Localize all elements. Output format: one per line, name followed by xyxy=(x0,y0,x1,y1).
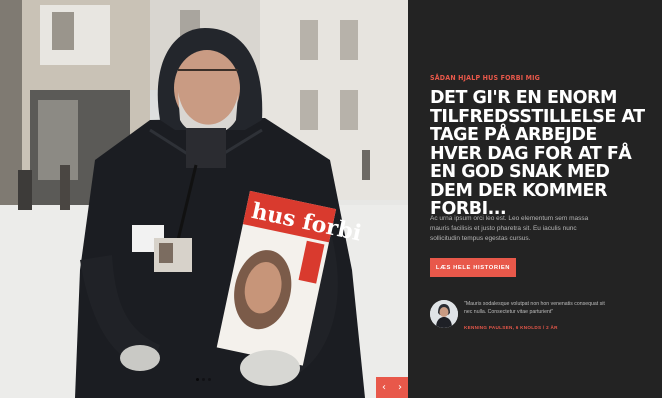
story-panel: SÅDAN HJALP HUS FORBI MIG DET GI'R EN EN… xyxy=(408,0,662,398)
vendor-illustration: hus forbi xyxy=(0,0,408,398)
story-body: Ac urna ipsum orci leo est. Leo elementu… xyxy=(430,215,589,242)
slider-next-button[interactable]: › xyxy=(392,377,408,398)
story-headline: DET GI'R EN ENORM TILFREDSSTILLELSE AT T… xyxy=(430,88,645,219)
slider-nav: ‹ › xyxy=(376,377,408,398)
hero-slider: hus forbi ‹ › SÅDAN HJALP HUS FORBI MIG … xyxy=(0,0,662,398)
slider-prev-button[interactable]: ‹ xyxy=(376,377,392,398)
slider-dot[interactable] xyxy=(202,378,205,381)
read-story-button[interactable]: LÆS HELE HISTORIEN xyxy=(430,258,516,277)
slider-dot[interactable] xyxy=(196,378,199,381)
testimonial-author: KENNING PAULSEN, 6 KNOLDS / 2 ÅR xyxy=(464,325,558,330)
slider-dot[interactable] xyxy=(208,378,211,381)
avatar-portrait-icon xyxy=(430,300,458,328)
story-eyebrow: SÅDAN HJALP HUS FORBI MIG xyxy=(430,74,541,82)
testimonial: "Mauris sodalesque volutpat non hon vene… xyxy=(430,300,650,334)
hero-photo: hus forbi xyxy=(0,0,408,398)
testimonial-quote: "Mauris sodalesque volutpat non hon vene… xyxy=(464,301,605,315)
avatar xyxy=(430,300,458,328)
slider-dots xyxy=(196,378,211,381)
